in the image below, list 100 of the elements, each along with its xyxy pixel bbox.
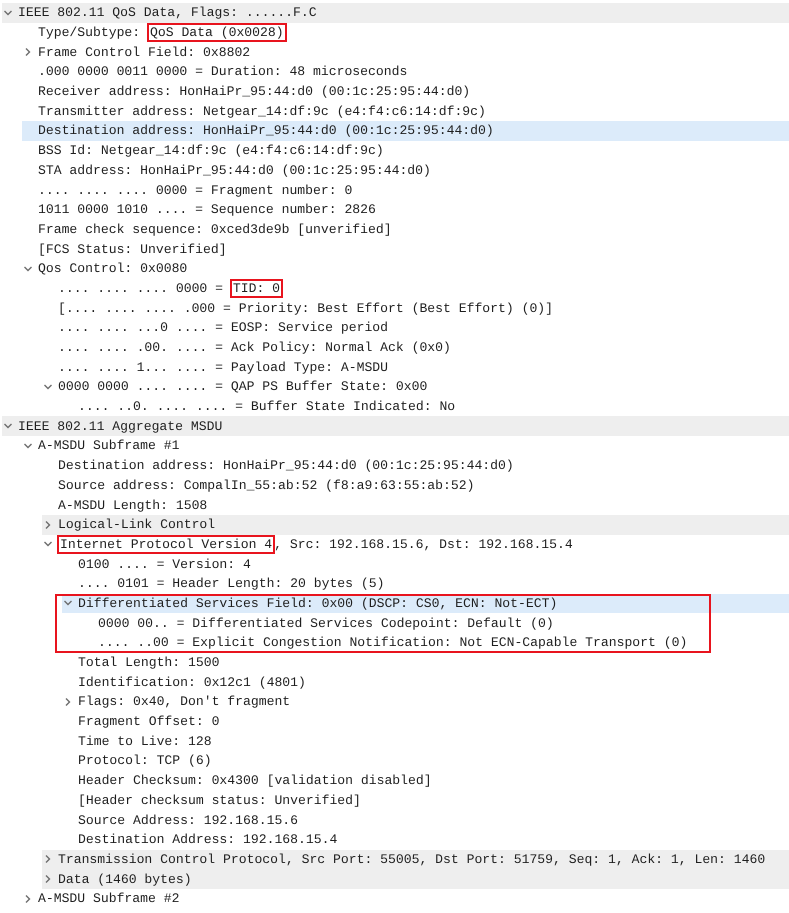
row-text: A-MSDU Subframe #1 [37,437,180,456]
row-text: Receiver address: HonHaiPr_95:44:d0 (00:1c:25:95:44:d0) [37,83,472,102]
row-text: .000 0000 0011 0000 = Duration: 48 microseconds [37,63,408,82]
row-text: [Header checksum status: Unverified] [77,792,362,810]
tree-row[interactable]: 0000 0000 .... .... = QAP PS Buffer State: 0x00 [42,377,789,397]
tree-row[interactable]: .... .... ...0 .... = EOSP: Service period [42,318,789,338]
tree-row[interactable]: IEEE 802.11 Aggregate MSDU [2,416,789,436]
row-text: Total Length: 1500 [77,654,220,672]
row-text: BSS Id: Netgear_14:df:9c (e4:f4:c6:14:df:9c) [37,142,385,160]
tree-row[interactable]: Logical-Link Control [42,514,789,535]
tree-row[interactable]: IEEE 802.11 QoS Data, Flags: ......F.C [2,3,789,23]
tree-row[interactable]: STA address: HonHaiPr_95:44:d0 (00:1c:25:95:44:d0) [22,160,789,180]
tree-row[interactable]: .... .... .... 0000 = TID: 0 [42,278,789,298]
tree-row[interactable]: Flags: 0x40, Don't fragment [62,692,789,712]
row-text: , Src: 192.168.15.6, Dst: 192.168.15.4 [273,536,574,554]
tree-row[interactable]: Frame check sequence: 0xced3de9b [unverified] [22,220,789,240]
tree-row[interactable]: Destination address: HonHaiPr_95:44:d0 (00:1c:25:95:44:d0) [42,456,789,476]
boxed-text: TID: 0 [230,278,284,298]
row-text: Destination address: HonHaiPr_95:44:d0 (00:1c:25:95:44:d0) [57,457,515,476]
row-text: Flags: 0x40, Don't fragment [77,693,292,712]
tree-row[interactable]: BSS Id: Netgear_14:df:9c (e4:f4:c6:14:df:9c) [22,140,789,160]
row-text: Frame Control Field: 0x8802 [37,44,252,62]
row-text: Fragment Offset: 0 [77,713,220,732]
chevron-down-icon[interactable] [23,264,33,274]
chevron-down-icon[interactable] [43,382,53,392]
row-text: A-MSDU Length: 1508 [57,496,208,515]
tree-row[interactable]: Total Length: 1500 [62,652,789,672]
row-text: Data (1460 bytes) [57,870,193,889]
row-text: 1011 0000 1010 .... = Sequence number: 2826 [37,201,377,220]
tree-row[interactable]: Receiver address: HonHaiPr_95:44:d0 (00:1c:25:95:44:d0) [22,82,789,102]
row-text: 0000 00.. = Differentiated Services Codepoint: Default (0) [97,614,555,633]
row-text: .... .... ...0 .... = EOSP: Service period [57,319,390,338]
row-text: Logical-Link Control [57,516,216,534]
row-text: .... ..00 = Explicit Congestion Notification: Not ECN-Capable Transport (0) [97,634,688,652]
row-text: .... 0101 = Header Length: 20 bytes (5) [77,575,386,594]
tree-row[interactable]: A-MSDU Length: 1508 [42,495,789,515]
row-text: 0100 .... = Version: 4 [77,556,252,574]
tree-row[interactable]: .... .... .... 0000 = Fragment number: 0 [22,180,789,200]
tree-row[interactable]: Source Address: 192.168.15.6 [62,810,789,830]
tree-row[interactable]: 0100 .... = Version: 4 [62,554,789,574]
tree-row[interactable]: Fragment Offset: 0 [62,712,789,732]
row-text: Type/Subtype: [37,24,142,42]
row-text: 0000 0000 .... .... = QAP PS Buffer State: 0x00 [57,378,428,396]
tree-row[interactable]: Time to Live: 128 [62,731,789,752]
tree-row[interactable]: Data (1460 bytes) [42,869,789,889]
tree-row[interactable]: 1011 0000 1010 .... = Sequence number: 2826 [22,200,789,220]
row-text: Qos Control: 0x0080 [37,260,188,278]
row-text: Source Address: 192.168.15.6 [77,812,300,830]
row-text: [FCS Status: Unverified] [37,240,228,259]
tree-row[interactable]: .... 0101 = Header Length: 20 bytes (5) [62,574,789,594]
tree-row[interactable]: .... ..00 = Explicit Congestion Notification: Not ECN-Capable Transport (0) [82,633,789,653]
tree-row[interactable]: [FCS Status: Unverified] [22,239,789,259]
tree-row[interactable]: [Header checksum status: Unverified] [62,790,789,810]
tree-row[interactable]: .... .... .00. .... = Ack Policy: Normal Ack (0x0) [42,338,789,358]
boxed-text: Internet Protocol Version 4 [57,534,276,554]
tree-row[interactable]: A-MSDU Subframe #1 [22,436,789,456]
tree-row[interactable]: Destination address: HonHaiPr_95:44:d0 (00:1c:25:95:44:d0) [22,121,789,141]
tree-row[interactable]: [.... .... .... .000 = Priority: Best Effort (Best Effort) (0)] [42,298,789,318]
row-text: Transmitter address: Netgear_14:df:9c (e4:f4:c6:14:df:9c) [37,102,487,121]
tree-row[interactable]: .000 0000 0011 0000 = Duration: 48 microseconds [22,62,789,82]
tree-row[interactable]: Destination Address: 192.168.15.4 [62,830,789,850]
row-text: IEEE 802.11 Aggregate MSDU [17,418,224,436]
tree-row[interactable]: Transmitter address: Netgear_14:df:9c (e4:f4:c6:14:df:9c) [22,101,789,122]
chevron-right-icon[interactable] [43,520,53,530]
chevron-right-icon[interactable] [63,696,73,707]
row-text: Destination Address: 192.168.15.4 [77,831,338,850]
tree-row[interactable]: .... .... 1... .... = Payload Type: A-MSDU [42,357,789,378]
chevron-right-icon[interactable] [43,854,53,864]
tree-row[interactable]: .... ..0. .... .... = Buffer State Indicated: No [62,396,789,416]
tree-row[interactable]: Frame Control Field: 0x8802 [22,42,789,62]
tree-row[interactable]: Type/Subtype: QoS Data (0x0028) [22,22,789,42]
tree-row[interactable]: Differentiated Services Field: 0x00 (DSCP: CS0, ECN: Not-ECT) [62,594,789,614]
row-text: Identification: 0x12c1 (4801) [77,674,307,692]
row-text: Header Checksum: 0x4300 [validation disabled] [77,772,433,790]
tree-row[interactable]: 0000 00.. = Differentiated Services Codepoint: Default (0) [82,613,789,633]
chevron-down-icon[interactable] [3,8,13,18]
row-text: STA address: HonHaiPr_95:44:d0 (00:1c:25:95:44:d0) [37,162,432,180]
row-text: Frame check sequence: 0xced3de9b [unverified] [37,220,393,239]
tree-row[interactable]: Identification: 0x12c1 (4801) [62,672,789,692]
chevron-right-icon[interactable] [23,894,33,904]
tree-row[interactable]: Internet Protocol Version 4, Src: 192.168.15.6, Dst: 192.168.15.4 [42,534,789,554]
row-text: [.... .... .... .000 = Priority: Best Effort (Best Effort) (0)] [57,300,554,318]
tree-row[interactable]: A-MSDU Subframe #2 [22,888,789,909]
row-text: IEEE 802.11 QoS Data, Flags: ......F.C [17,4,318,22]
row-text: .... .... .00. .... = Ack Policy: Normal Ack (0x0) [57,339,452,358]
tree-row[interactable]: Protocol: TCP (6) [62,751,789,771]
boxed-text: QoS Data (0x0028) [147,23,287,42]
row-text: A-MSDU Subframe #2 [37,890,180,908]
tree-row[interactable]: Header Checksum: 0x4300 [validation disabled] [62,770,789,790]
row-text: Time to Live: 128 [77,732,213,751]
row-text: .... ..0. .... .... = Buffer State Indicated: No [77,398,456,416]
chevron-right-icon[interactable] [43,874,53,884]
chevron-right-icon[interactable] [23,47,33,58]
row-text: Destination address: HonHaiPr_95:44:d0 (00:1c:25:95:44:d0) [37,122,495,140]
row-text: .... .... 1... .... = Payload Type: A-MSDU [57,358,390,377]
tree-row[interactable]: Qos Control: 0x0080 [22,258,789,279]
chevron-down-icon[interactable] [23,440,33,451]
row-text: .... .... .... 0000 = [57,280,224,298]
row-text: Differentiated Services Field: 0x00 (DSCP: CS0, ECN: Not-ECT) [77,594,558,613]
tree-row[interactable]: Source address: CompalIn_55:ab:52 (f8:a9:63:55:ab:52) [42,476,789,496]
